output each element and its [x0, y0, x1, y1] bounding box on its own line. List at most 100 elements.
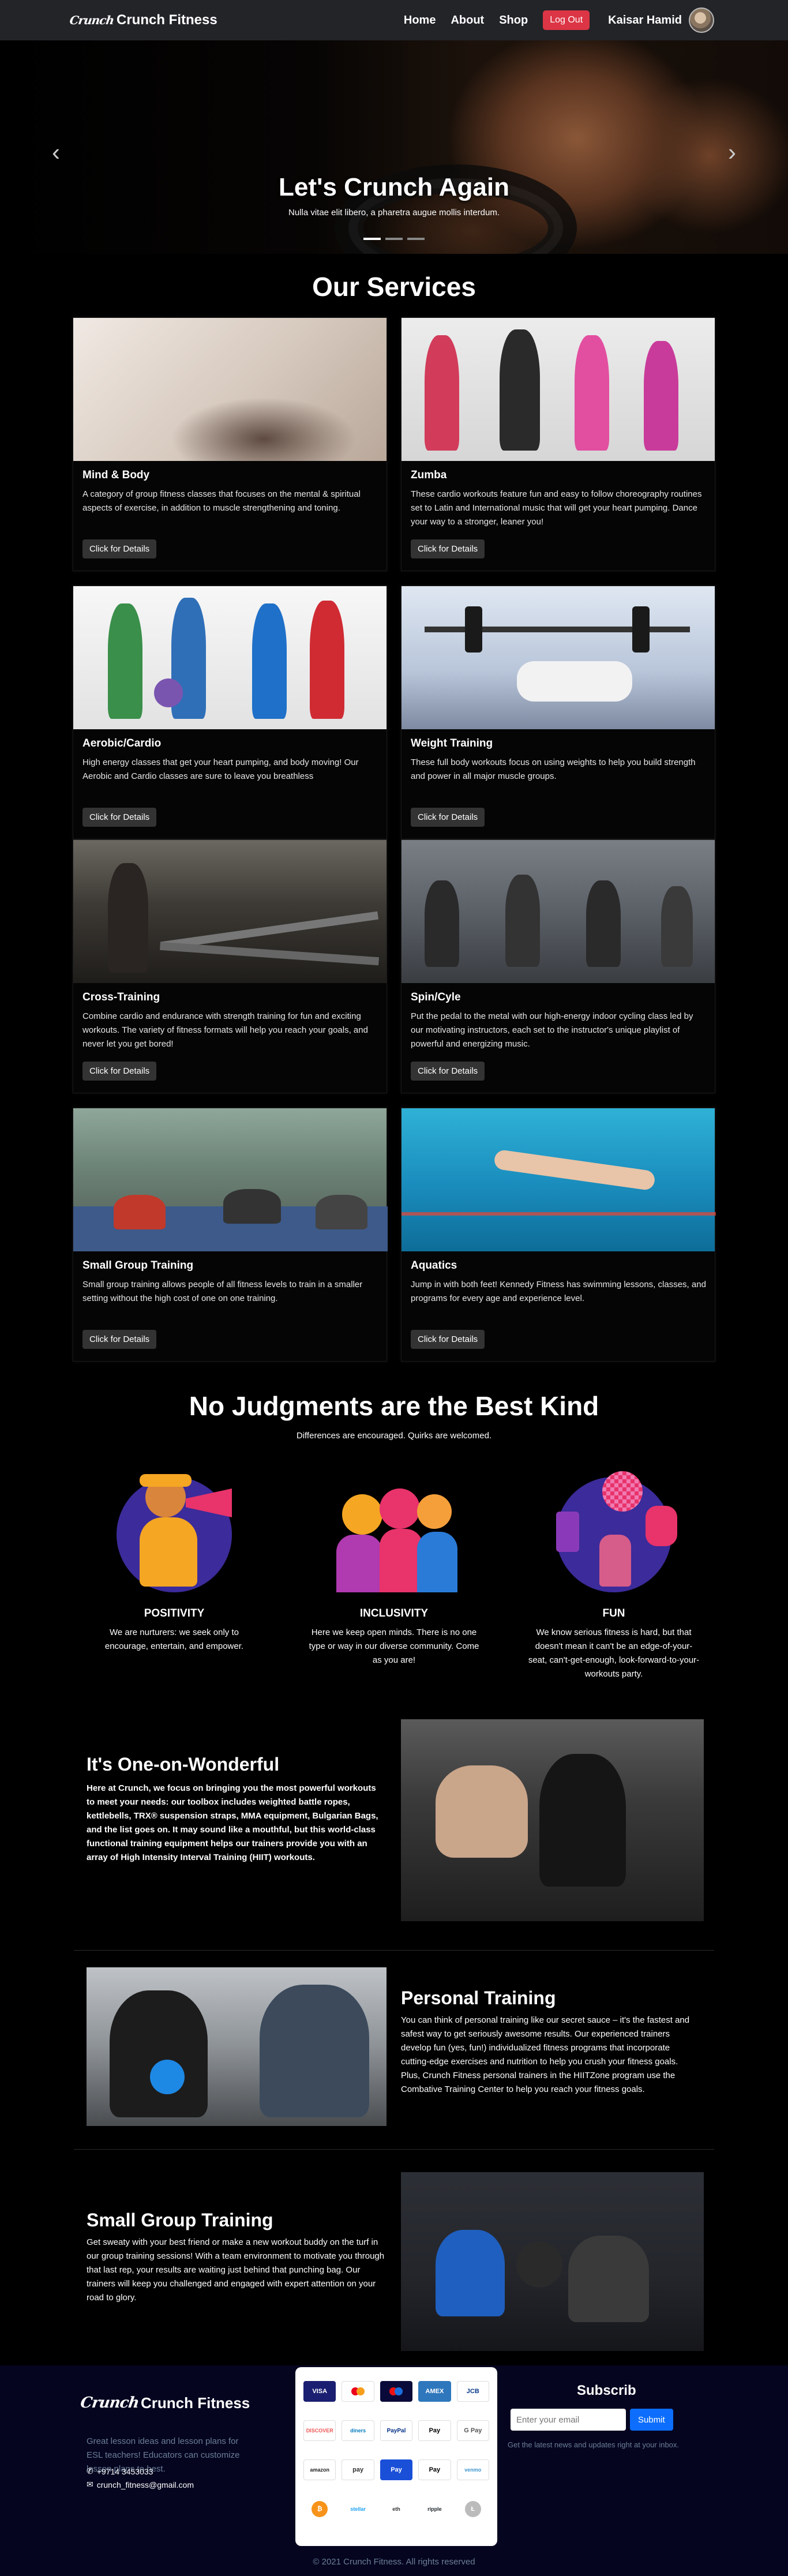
avatar[interactable]: [689, 8, 714, 33]
service-image: [401, 318, 715, 461]
subscribe-title: Subscrib: [577, 2383, 636, 2398]
footer-brand-name: Crunch Fitness: [141, 2394, 250, 2412]
disco-ball-icon: [545, 1454, 683, 1592]
service-text: These full body workouts focus on using …: [411, 758, 696, 781]
pay-icon: pay: [342, 2459, 374, 2480]
service-card-small-group: Small Group Training Small group trainin…: [73, 1108, 388, 1362]
email-input[interactable]: [511, 2409, 626, 2431]
carousel-indicator[interactable]: [385, 238, 403, 240]
maestro-icon: [380, 2381, 413, 2402]
service-text: Small group training allows people of al…: [82, 1280, 363, 1303]
divider: [74, 1950, 714, 1951]
info-text: Get sweaty with your best friend or make…: [87, 2237, 385, 2303]
logout-button[interactable]: Log Out: [543, 10, 590, 30]
subscribe-note: Get the latest news and updates right at…: [508, 2440, 680, 2449]
feature-title: INCLUSIVITY: [359, 1607, 429, 1619]
service-card-spin: Spin/Cyle Put the pedal to the metal wit…: [401, 839, 715, 1093]
info-text: You can think of personal training like …: [401, 2015, 690, 2094]
service-text: Put the pedal to the metal with our high…: [411, 1011, 693, 1049]
carousel-next-icon[interactable]: ›: [728, 138, 736, 166]
service-title: Cross-Training: [82, 991, 160, 1003]
service-image: [73, 586, 387, 729]
google-pay-icon: G Pay: [456, 2420, 489, 2441]
service-title: Aquatics: [411, 1259, 457, 1272]
details-button[interactable]: Click for Details: [82, 1330, 157, 1349]
info-title-personal-training: Personal Training: [401, 1988, 556, 2008]
service-image: [401, 586, 715, 729]
copyright: © 2021 Crunch Fitness. All rights reserv…: [313, 2557, 475, 2567]
footer: Crunch Crunch Fitness Great lesson ideas…: [0, 2365, 788, 2576]
stellar-icon: stellar: [342, 2499, 374, 2519]
feature-text: Here we keep open minds. There is no one…: [309, 1628, 479, 1665]
details-button[interactable]: Click for Details: [411, 1330, 485, 1349]
hero-carousel: ‹ › Let's Crunch Again Nulla vitae elit …: [0, 40, 788, 254]
diners-icon: diners: [342, 2420, 374, 2441]
ethereum-icon: eth: [380, 2499, 413, 2519]
details-button[interactable]: Click for Details: [411, 539, 485, 558]
service-title: Spin/Cyle: [411, 991, 461, 1003]
judgments-subtitle: Differences are encouraged. Quirks are w…: [296, 1431, 492, 1441]
visa-icon: VISA: [303, 2381, 336, 2402]
email-address[interactable]: crunch_fitness@gmail.com: [97, 2480, 194, 2489]
footer-email: ✉ crunch_fitness@gmail.com: [87, 2480, 194, 2489]
service-text: Jump in with both feet! Kennedy Fitness …: [411, 1280, 706, 1303]
bitcoin-icon: ₿: [312, 2501, 328, 2517]
service-title: Weight Training: [411, 737, 493, 749]
details-button[interactable]: Click for Details: [82, 1062, 157, 1081]
details-button[interactable]: Click for Details: [411, 1062, 485, 1081]
amazon-pay-icon: amazon: [303, 2459, 336, 2480]
info-image-personal-training: [87, 1967, 387, 2126]
feature-fun: FUN We know serious fitness is hard, but…: [527, 1454, 700, 1681]
discover-icon: DISCOVER: [303, 2420, 336, 2441]
service-card-weight: Weight Training These full body workouts…: [401, 586, 715, 839]
megaphone-icon: [105, 1454, 243, 1592]
info-title-small-group: Small Group Training: [87, 2210, 273, 2230]
apple-pay-icon: Pay: [418, 2420, 451, 2441]
payment-methods: VISA AMEX JCB DISCOVER diners PayPal Pay…: [295, 2367, 497, 2546]
judgments-title: No Judgments are the Best Kind: [189, 1391, 599, 1421]
feature-title: POSITIVITY: [144, 1607, 205, 1619]
carousel-indicator[interactable]: [407, 238, 425, 240]
service-image: [401, 1108, 716, 1251]
carousel-prev-icon[interactable]: ‹: [52, 138, 60, 166]
nav-link-home[interactable]: Home: [404, 14, 436, 27]
phone-number: +9714 3453033: [96, 2466, 153, 2476]
divider: [74, 2149, 714, 2150]
service-text: These cardio workouts feature fun and ea…: [411, 489, 702, 527]
navbar: Crunch Crunch Fitness Home About Shop Lo…: [0, 0, 788, 40]
jcb-icon: JCB: [456, 2381, 489, 2402]
nav-links: Home About Shop Log Out Kaisar Hamid: [404, 8, 714, 33]
ripple-icon: ripple: [418, 2499, 451, 2519]
brand-logo: Crunch: [69, 13, 115, 27]
venmo-icon: venmo: [456, 2459, 489, 2480]
feature-positivity: POSITIVITY We are nurturers: we seek onl…: [88, 1454, 261, 1653]
amex-icon: AMEX: [418, 2381, 451, 2402]
service-text: A category of group fitness classes that…: [82, 489, 361, 513]
hero-subtitle: Nulla vitae elit libero, a pharetra augu…: [288, 208, 500, 218]
service-card-aerobic: Aerobic/Cardio High energy classes that …: [73, 586, 387, 839]
details-button[interactable]: Click for Details: [411, 808, 485, 827]
footer-brand[interactable]: Crunch Crunch Fitness: [79, 2388, 250, 2417]
details-button[interactable]: Click for Details: [82, 808, 157, 827]
mail-icon: ✉: [87, 2480, 93, 2489]
info-image-small-group: [401, 2172, 704, 2351]
nav-link-about[interactable]: About: [451, 14, 484, 27]
brand[interactable]: Crunch Crunch Fitness: [69, 9, 217, 32]
details-button[interactable]: Click for Details: [82, 539, 157, 558]
info-image-training: [401, 1719, 704, 1921]
phone-icon: ✆: [87, 2466, 93, 2476]
user-name[interactable]: Kaisar Hamid: [608, 14, 682, 27]
mastercard-icon: [342, 2381, 374, 2402]
service-image: [73, 318, 387, 461]
info-text: Here at Crunch, we focus on bringing you…: [87, 1783, 378, 1862]
service-image: [73, 840, 387, 983]
service-title: Small Group Training: [82, 1259, 194, 1272]
carousel-indicators: [363, 238, 425, 240]
carousel-indicator[interactable]: [363, 238, 381, 240]
paypal-icon: PayPal: [380, 2420, 413, 2441]
feature-text: We are nurturers: we seek only to encour…: [104, 1628, 244, 1651]
nav-link-shop[interactable]: Shop: [499, 14, 528, 27]
hero-title: Let's Crunch Again: [279, 173, 509, 201]
service-text: High energy classes that get your heart …: [82, 758, 359, 781]
subscribe-button[interactable]: Submit: [630, 2409, 673, 2431]
